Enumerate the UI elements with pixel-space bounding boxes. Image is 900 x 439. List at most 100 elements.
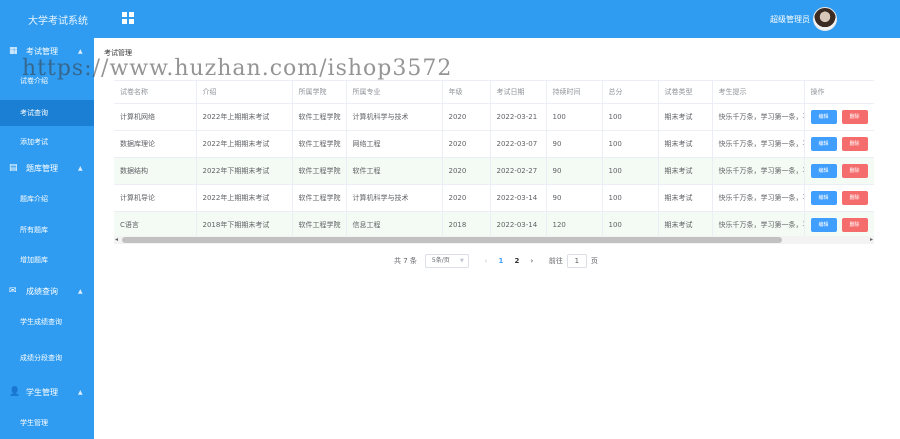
scroll-left-icon[interactable]: ◂: [115, 236, 118, 243]
avatar[interactable]: [813, 7, 837, 31]
page-number[interactable]: 2: [509, 257, 525, 265]
menu-toggle-icon[interactable]: [122, 12, 134, 24]
edit-button[interactable]: 编辑: [810, 163, 837, 178]
column-header[interactable]: 所属学院: [292, 81, 347, 104]
grid-icon: ▦: [9, 46, 18, 56]
page-number[interactable]: 1: [493, 257, 509, 265]
page-size-value: 5条/页: [431, 257, 450, 264]
column-header[interactable]: 考试日期: [490, 81, 547, 104]
cell-date: 2022-03-14: [490, 184, 547, 212]
cell-duration: 100: [546, 103, 603, 131]
cell-duration: 90: [546, 130, 603, 158]
pagination-total: 共 7 条: [394, 257, 417, 265]
sidebar-group-question-bank[interactable]: ▤ 题库管理 ▲: [0, 155, 94, 181]
edit-button[interactable]: 编辑: [810, 136, 837, 151]
sidebar-group-student-manage[interactable]: 👤 学生管理 ▲: [0, 379, 94, 405]
cell-college: 软件工程学院: [292, 130, 347, 158]
delete-button[interactable]: 删除: [841, 109, 868, 124]
cell-total-score: 100: [602, 184, 659, 212]
cell-grade: 2020: [442, 157, 491, 185]
cell-type: 期末考试: [658, 157, 713, 185]
column-header[interactable]: 所属专业: [346, 81, 443, 104]
column-header[interactable]: 试卷类型: [658, 81, 713, 104]
cell-paper-name: 数据结构: [114, 157, 197, 185]
user-icon: 👤: [9, 387, 21, 397]
sidebar-group-score-query[interactable]: ✉ 成绩查询 ▲: [0, 278, 94, 304]
cell-college: 软件工程学院: [292, 211, 347, 239]
delete-button[interactable]: 删除: [841, 190, 868, 205]
cell-intro: 2022年上期期末考试: [196, 184, 293, 212]
cell-actions: 编辑 删除: [804, 184, 874, 212]
app-title: 大学考试系统: [28, 16, 88, 27]
delete-button[interactable]: 删除: [841, 136, 868, 151]
next-page-icon[interactable]: ›: [525, 257, 539, 265]
chevron-down-icon: ▼: [460, 258, 464, 264]
edit-button[interactable]: 编辑: [810, 190, 837, 205]
admin-name[interactable]: 超级管理员: [770, 14, 810, 25]
cell-date: 2022-03-07: [490, 130, 547, 158]
sidebar-group-label: 题库管理: [26, 163, 58, 173]
cell-paper-name: 数据库理论: [114, 130, 197, 158]
exam-table: 试卷名称 介绍 所属学院 所属专业 年级 考试日期 持续时间 总分 试卷类型 考…: [114, 80, 874, 244]
cell-duration: 90: [546, 157, 603, 185]
column-header[interactable]: 总分: [602, 81, 659, 104]
sidebar: ▦ 考试管理 ▲ 试卷介绍 考试查询 添加考试 ▤ 题库管理 ▲ 题库介绍 所有…: [0, 38, 94, 439]
prev-page-icon[interactable]: ‹: [479, 257, 493, 265]
cell-actions: 编辑 删除: [804, 130, 874, 158]
goto-page-input[interactable]: 1: [566, 254, 587, 268]
cell-paper-name: C语言: [114, 211, 197, 239]
cell-college: 软件工程学院: [292, 103, 347, 131]
cell-duration: 120: [546, 211, 603, 239]
delete-button[interactable]: 删除: [841, 163, 868, 178]
cell-actions: 编辑 删除: [804, 211, 874, 239]
table-row[interactable]: C语言 2018年下期期末考试 软件工程学院 信息工程 2018 2022-03…: [114, 211, 874, 239]
page-size-select[interactable]: 5条/页 ▼: [424, 254, 469, 268]
cell-intro: 2022年下期期末考试: [196, 157, 293, 185]
cell-grade: 2020: [442, 103, 491, 131]
cell-paper-name: 计算机导论: [114, 184, 197, 212]
cell-tip: 快乐千万条，学习第一条，平: [712, 103, 805, 131]
delete-button[interactable]: 删除: [841, 217, 868, 232]
sidebar-item-all-banks[interactable]: 所有题库: [0, 217, 94, 243]
cell-total-score: 100: [602, 130, 659, 158]
main-content: 考试管理 试卷名称 介绍 所属学院 所属专业 年级 考试日期 持续时间 总分 试…: [94, 38, 900, 439]
table-row[interactable]: 数据结构 2022年下期期末考试 软件工程学院 软件工程 2020 2022-0…: [114, 157, 874, 185]
sidebar-item-add-bank[interactable]: 增加题库: [0, 247, 94, 273]
sidebar-item-add-exam[interactable]: 添加考试: [0, 129, 94, 155]
cell-date: 2022-03-21: [490, 103, 547, 131]
column-header[interactable]: 试卷名称: [114, 81, 197, 104]
table-row[interactable]: 计算机网络 2022年上期期末考试 软件工程学院 计算机科学与技术 2020 2…: [114, 103, 874, 131]
column-header[interactable]: 介绍: [196, 81, 293, 104]
column-header[interactable]: 年级: [442, 81, 491, 104]
chevron-up-icon: ▲: [78, 388, 83, 396]
edit-button[interactable]: 编辑: [810, 109, 837, 124]
cell-major: 软件工程: [346, 157, 443, 185]
cell-intro: 2018年下期期末考试: [196, 211, 293, 239]
cell-major: 计算机科学与技术: [346, 184, 443, 212]
sidebar-item-exam-query[interactable]: 考试查询: [0, 100, 94, 126]
table-row[interactable]: 数据库理论 2022年上期期末考试 软件工程学院 网络工程 2020 2022-…: [114, 130, 874, 158]
sidebar-group-label: 成绩查询: [26, 286, 58, 296]
scrollbar-thumb[interactable]: [122, 237, 782, 243]
sidebar-group-exam-manage[interactable]: ▦ 考试管理 ▲: [0, 38, 94, 64]
cell-tip: 快乐千万条，学习第一条，平: [712, 130, 805, 158]
sidebar-group-label: 考试管理: [26, 46, 58, 56]
cell-intro: 2022年上期期末考试: [196, 130, 293, 158]
column-header[interactable]: 持续时间: [546, 81, 603, 104]
sidebar-item-student-manage[interactable]: 学生管理: [0, 410, 94, 436]
cell-tip: 快乐千万条，学习第一条，平: [712, 211, 805, 239]
table-row[interactable]: 计算机导论 2022年上期期末考试 软件工程学院 计算机科学与技术 2020 2…: [114, 184, 874, 212]
scroll-right-icon[interactable]: ▸: [870, 236, 873, 243]
pagination: 共 7 条 5条/页 ▼ ‹ 1 2 › 前往 1 页: [394, 253, 598, 269]
message-icon: ✉: [9, 286, 17, 296]
chevron-up-icon: ▲: [78, 164, 83, 172]
cell-paper-name: 计算机网络: [114, 103, 197, 131]
sidebar-item-paper-intro[interactable]: 试卷介绍: [0, 68, 94, 94]
horizontal-scrollbar[interactable]: ◂ ▸: [114, 236, 874, 244]
edit-button[interactable]: 编辑: [810, 217, 837, 232]
sidebar-item-score-range[interactable]: 成绩分段查询: [0, 345, 94, 371]
sidebar-item-student-score[interactable]: 学生成绩查询: [0, 309, 94, 335]
column-header[interactable]: 考生提示: [712, 81, 805, 104]
sidebar-item-bank-intro[interactable]: 题库介绍: [0, 186, 94, 212]
cell-college: 软件工程学院: [292, 184, 347, 212]
